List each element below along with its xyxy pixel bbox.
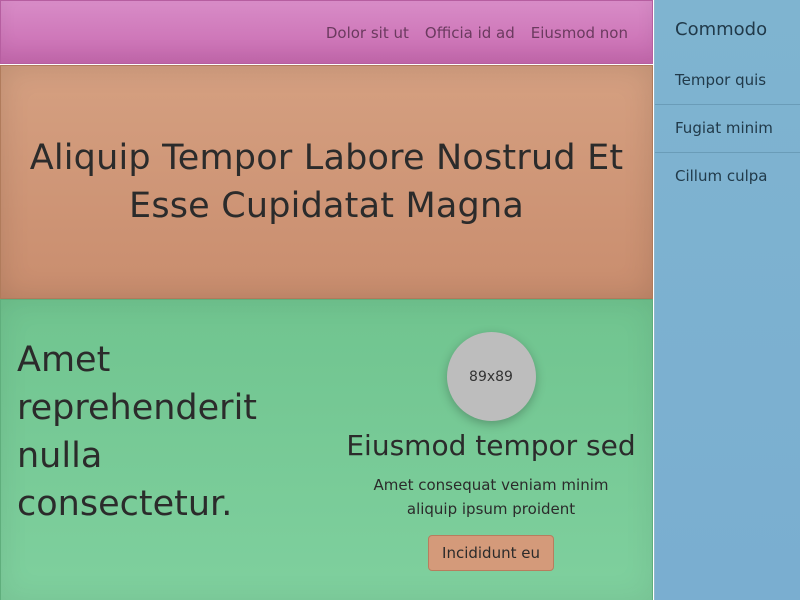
- page: Dolor sit ut Officia id ad Eiusmod non A…: [0, 0, 800, 600]
- nav-links: Dolor sit ut Officia id ad Eiusmod non: [310, 1, 628, 65]
- sidebar: Commodo Tempor quis Fugiat minim Cillum …: [654, 0, 800, 600]
- sidebar-title: Commodo: [675, 19, 768, 40]
- hero-banner: Aliquip Tempor Labore Nostrud Et Esse Cu…: [0, 65, 653, 299]
- profile-card: 89x89 Eiusmod tempor sed Amet consequat …: [341, 332, 641, 571]
- card-action-button[interactable]: Incididunt eu: [428, 535, 554, 571]
- top-navbar: Dolor sit ut Officia id ad Eiusmod non: [0, 0, 653, 64]
- hero-title: Aliquip Tempor Labore Nostrud Et Esse Cu…: [29, 138, 624, 226]
- sidebar-item-tempor-quis[interactable]: Tempor quis: [655, 57, 800, 105]
- nav-link-eiusmod-non[interactable]: Eiusmod non: [531, 24, 628, 42]
- nav-link-dolor-sit-ut[interactable]: Dolor sit ut: [326, 24, 409, 42]
- sidebar-item-fugiat-minim[interactable]: Fugiat minim: [655, 105, 800, 153]
- sidebar-item-cillum-culpa[interactable]: Cillum culpa: [655, 153, 800, 201]
- sidebar-menu: Tempor quis Fugiat minim Cillum culpa: [655, 57, 800, 201]
- card-text: Amet consequat veniam minim aliquip ipsu…: [373, 476, 609, 518]
- avatar-label: 89x89: [469, 368, 513, 385]
- nav-link-officia-id-ad[interactable]: Officia id ad: [425, 24, 515, 42]
- card-title: Eiusmod tempor sed: [346, 429, 636, 462]
- content-section: Amet reprehenderit nulla consectetur. 89…: [0, 299, 653, 600]
- content-heading: Amet reprehenderit nulla consectetur.: [17, 340, 258, 524]
- avatar-placeholder: 89x89: [446, 332, 536, 421]
